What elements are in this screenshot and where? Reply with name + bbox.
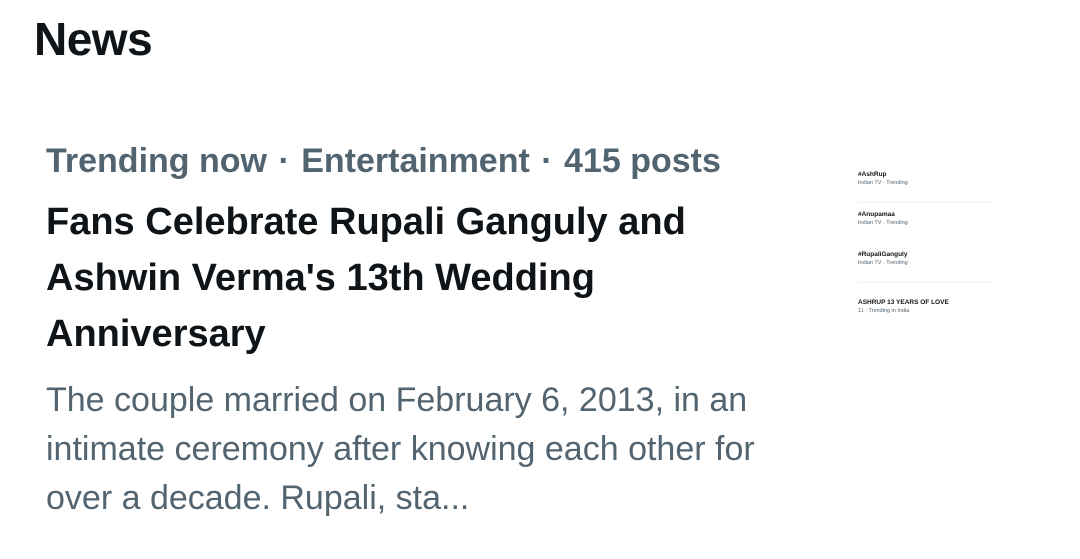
thumbnail-trend-sub: Indian TV · Trending — [858, 220, 908, 226]
thumbnail-trend-tag: #RupaliGanguly — [858, 251, 908, 258]
section-title: News — [34, 13, 153, 65]
story-headline[interactable]: Fans Celebrate Rupali Ganguly and Ashwin… — [46, 194, 766, 362]
thumbnail-trend-item: ASHRUP 13 YEARS OF LOVE 11 · Trending in… — [858, 298, 993, 315]
thumbnail-trend-sub: Indian TV · Trending — [858, 260, 908, 266]
thumbnail-trend-item: #AshRup Indian TV · Trending — [858, 170, 993, 187]
story-topic: Entertainment — [301, 142, 530, 180]
story-post-count: 415 posts — [564, 142, 721, 180]
thumbnail-trend-tag: ASHRUP 13 YEARS OF LOVE — [858, 299, 949, 306]
thumbnail-trend-tag: #Anupamaa — [858, 211, 895, 218]
meta-separator: · — [541, 142, 553, 180]
thumbnail-divider — [858, 282, 993, 283]
thumbnail-trend-sub: Indian TV · Trending — [858, 180, 908, 186]
thumbnail-divider — [858, 202, 993, 203]
story-meta: Trending now · Entertainment · 415 posts — [46, 138, 816, 184]
thumbnail-trend-item: #Anupamaa Indian TV · Trending — [858, 210, 993, 227]
thumbnail-trend-item: #RupaliGanguly Indian TV · Trending — [858, 250, 993, 267]
meta-separator: · — [278, 142, 290, 180]
thumbnail-trend-sub: 11 · Trending in India — [858, 308, 910, 314]
thumbnail-trend-tag: #AshRup — [858, 171, 887, 178]
story-summary: The couple married on February 6, 2013, … — [46, 381, 755, 517]
news-story-card[interactable]: Trending now · Entertainment · 415 posts… — [46, 138, 816, 523]
story-category: Trending now — [46, 142, 267, 180]
story-thumbnail[interactable]: #AshRup Indian TV · Trending #Anupamaa I… — [848, 166, 998, 326]
